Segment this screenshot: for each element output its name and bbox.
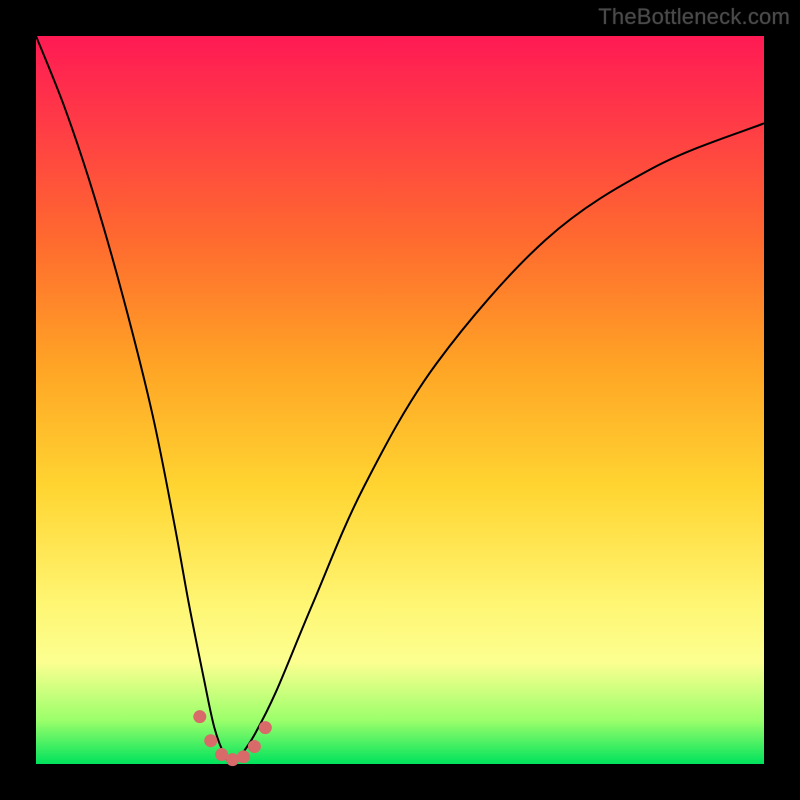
curve-markers [193,710,272,766]
marker-dot [193,710,206,723]
chart-frame: TheBottleneck.com [0,0,800,800]
marker-dot [204,734,217,747]
plot-area [36,36,764,764]
curve-line [36,36,764,764]
marker-dot [237,750,250,763]
marker-dot [259,721,272,734]
marker-dot [226,753,239,766]
marker-dot [248,740,261,753]
watermark-text: TheBottleneck.com [598,4,790,30]
bottleneck-curve [36,36,764,764]
